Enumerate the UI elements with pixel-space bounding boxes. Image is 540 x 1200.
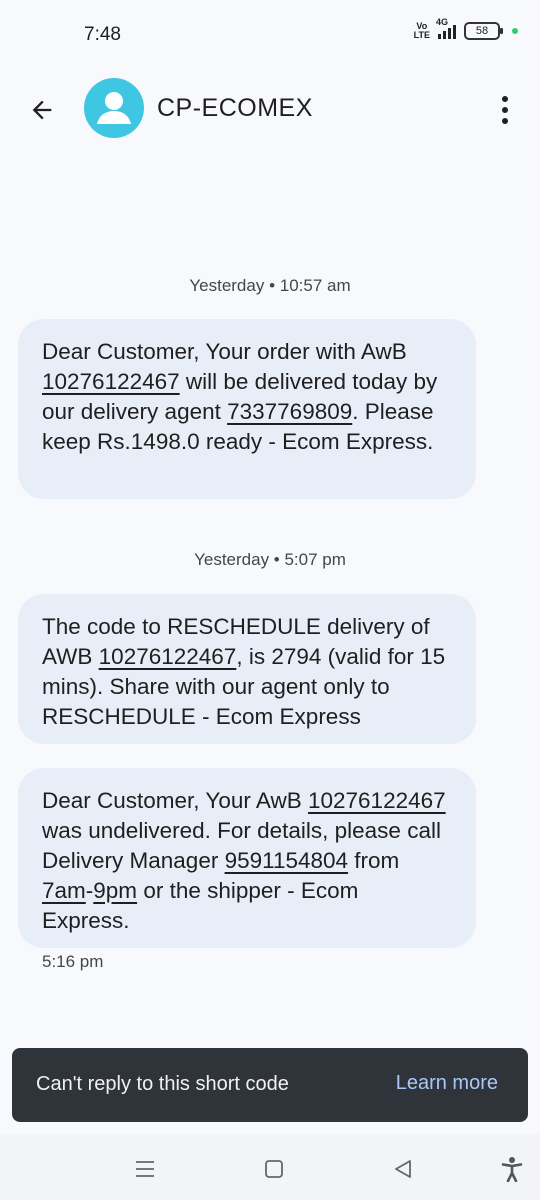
home-square-icon[interactable] [259,1154,289,1184]
status-bar: 7:48 Vo LTE 4G 58 [0,0,540,70]
time-link[interactable]: 9pm [93,878,137,903]
more-options-icon[interactable] [490,92,520,128]
app-bar: CP-ECOMEX [0,70,540,150]
tracking-number-link[interactable]: 10276122467 [99,644,237,669]
phone-number-link[interactable]: 9591154804 [225,848,348,873]
status-time: 7:48 [84,24,121,45]
menu-icon[interactable] [130,1154,160,1184]
message-bubble[interactable]: Dear Customer, Your AwB 10276122467 was … [18,768,476,948]
status-icons: Vo LTE 4G 58 [413,17,518,40]
snackbar: Can't reply to this short code Learn mor… [12,1048,528,1122]
privacy-indicator-dot [512,28,518,34]
message-time: 5:16 pm [42,952,104,971]
signal-icon: 4G [436,17,456,39]
tracking-number-link[interactable]: 10276122467 [308,788,446,813]
contact-avatar[interactable] [84,78,144,138]
accessibility-icon[interactable] [497,1154,527,1184]
message-bubble[interactable]: Dear Customer, Your order with AwB 10276… [18,319,476,499]
system-nav-bar [0,1134,540,1200]
conversation-title: CP-ECOMEX [157,94,313,122]
timestamp: Yesterday • 10:57 am [189,276,351,295]
tracking-number-link[interactable]: 10276122467 [42,369,180,394]
person-icon [97,92,131,124]
learn-more-button[interactable]: Learn more [396,1072,498,1095]
battery-icon: 58 [464,22,503,40]
snackbar-message: Can't reply to this short code [36,1073,289,1095]
back-arrow-icon[interactable] [22,90,62,130]
volte-icon: Vo LTE [413,21,430,40]
time-link[interactable]: 7am [42,878,86,903]
back-triangle-icon[interactable] [388,1154,418,1184]
message-bubble[interactable]: The code to RESCHEDULE delivery of AWB 1… [18,594,476,744]
timestamp: Yesterday • 5:07 pm [194,550,346,569]
phone-number-link[interactable]: 7337769809 [227,399,352,424]
